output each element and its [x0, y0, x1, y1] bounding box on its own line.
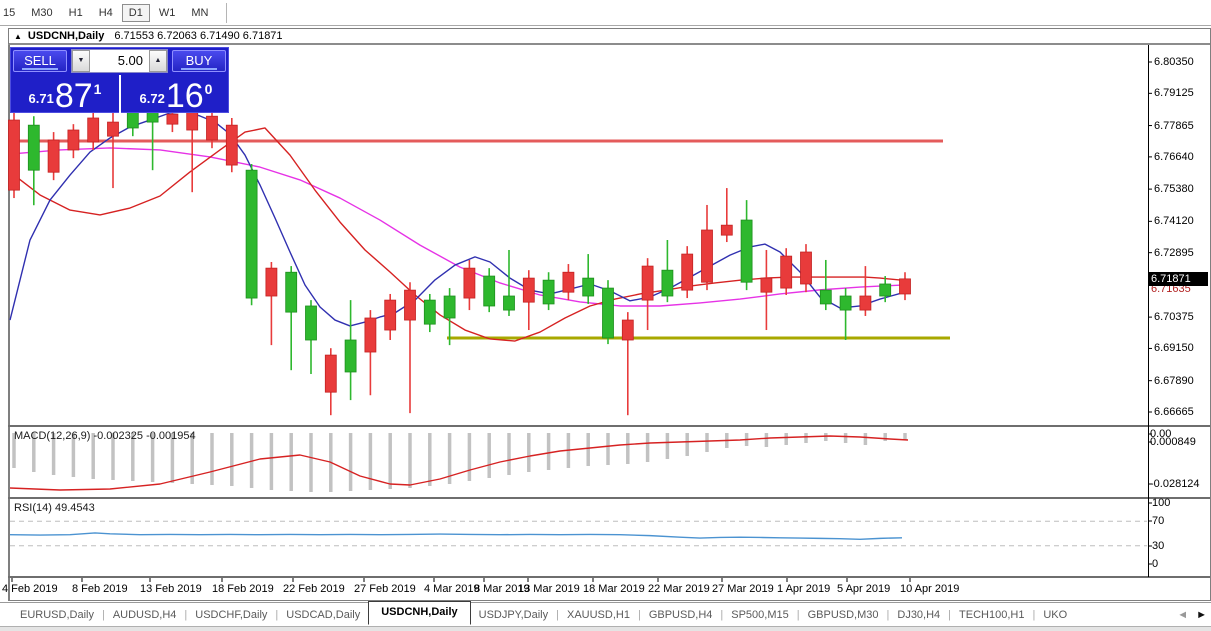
macd-axis-label: 0.000849: [1150, 436, 1196, 448]
timeframe-button-d1[interactable]: D1: [121, 3, 150, 22]
price-axis-label: 6.79125: [1154, 87, 1194, 100]
date-axis-label: 27 Feb 2019: [354, 583, 416, 595]
tab-usdchf-daily[interactable]: USDCHF,Daily: [187, 605, 275, 625]
timeframe-button-h4[interactable]: H4: [92, 4, 120, 22]
timeframe-button-15[interactable]: 15: [0, 4, 22, 22]
volume-stepper: ▼ 5.00 ▲: [71, 49, 168, 73]
timeframe-button-mn[interactable]: MN: [184, 4, 215, 22]
timeframe-button-m30[interactable]: M30: [24, 4, 59, 22]
buy-price-prefix: 6.72: [139, 91, 165, 106]
collapse-triangle-icon[interactable]: ▲: [14, 32, 22, 41]
rsi-indicator-label: RSI(14) 49.4543: [14, 502, 95, 514]
date-axis-label: 5 Apr 2019: [837, 583, 891, 595]
date-axis-label: 10 Apr 2019: [900, 583, 960, 595]
date-axis-label: 22 Feb 2019: [283, 583, 345, 595]
tab-audusd-h4[interactable]: AUDUSD,H4: [105, 605, 185, 625]
price-axis-label: 6.80350: [1154, 56, 1194, 68]
date-axis-label: 8 Feb 2019: [72, 583, 128, 595]
tab-scroll-right-icon[interactable]: ►: [1196, 609, 1207, 621]
timeframe-button-w1[interactable]: W1: [152, 4, 183, 22]
timeframe-button-h1[interactable]: H1: [62, 4, 90, 22]
tab-gbpusd-h4[interactable]: GBPUSD,H4: [641, 605, 721, 625]
sell-price-pip: 1: [93, 81, 102, 97]
tab-usdcad-daily[interactable]: USDCAD,Daily: [278, 605, 368, 625]
current-price-box: 6.71871: [1148, 271, 1208, 286]
quote-divider: [119, 75, 121, 113]
tab-sp500-m15[interactable]: SP500,M15: [723, 605, 796, 625]
macd-indicator-label: MACD(12,26,9) -0.002325 -0.001954: [14, 430, 196, 442]
chart-ohlc-values: 6.71553 6.72063 6.71490 6.71871: [114, 30, 283, 42]
toolbar-separator: [226, 2, 228, 23]
chart-title-bar: ▲ USDCNH,Daily 6.71553 6.72063 6.71490 6…: [9, 29, 1210, 44]
date-axis-label: 13 Feb 2019: [140, 583, 202, 595]
buy-price-big: 16: [165, 77, 204, 115]
timeframe-toolbar: 15 M30 H1 H4 D1 W1 MN: [0, 0, 1211, 26]
rsi-axis-label: 30: [1152, 540, 1165, 552]
tab-eurusd-daily[interactable]: EURUSD,Daily: [12, 605, 102, 625]
buy-quote[interactable]: 6.72 16 0: [122, 74, 230, 114]
date-axis-label: 13 Mar 2019: [518, 583, 580, 595]
date-axis-label: 1 Apr 2019: [777, 583, 831, 595]
price-axis-label: 6.70375: [1154, 311, 1194, 324]
rsi-axis-label: 100: [1152, 497, 1171, 509]
sell-button[interactable]: SELL: [13, 50, 67, 72]
price-axis-label: 6.66665: [1154, 406, 1194, 418]
date-axis-label: 4 Mar 2019: [424, 583, 480, 595]
trading-app: 15 M30 H1 H4 D1 W1 MN ▲ USDCNH,Daily 6.71553 6…: [0, 0, 1211, 631]
price-axis-label: 6.67890: [1154, 374, 1194, 387]
sell-price-prefix: 6.71: [28, 91, 54, 106]
tab-tech100-h1[interactable]: TECH100,H1: [951, 605, 1032, 625]
tab-usdjpy-daily[interactable]: USDJPY,Daily: [471, 605, 557, 625]
date-axis-label: 18 Feb 2019: [212, 583, 274, 595]
buy-button[interactable]: BUY: [172, 50, 226, 72]
macd-axis-label: -0.028124: [1150, 478, 1200, 490]
tab-gbpusd-m30[interactable]: GBPUSD,M30: [800, 605, 887, 625]
price-axis-label: 6.69150: [1154, 342, 1194, 355]
status-bar: [0, 626, 1211, 631]
symbol-tab-bar: EURUSD,Daily | AUDUSD,H4 | USDCHF,Daily | USDC…: [0, 601, 1211, 626]
tab-scroll-arrows: ◄ ►: [1177, 609, 1207, 621]
price-axis-label: 6.72895: [1154, 246, 1194, 259]
volume-increase-button[interactable]: ▲: [149, 50, 167, 72]
date-axis-label: 27 Mar 2019: [712, 583, 774, 595]
volume-decrease-button[interactable]: ▼: [72, 50, 90, 72]
chart-symbol-title: USDCNH,Daily: [27, 30, 105, 42]
sell-price-big: 87: [54, 77, 93, 115]
tab-dj30-h4[interactable]: DJ30,H4: [889, 605, 948, 625]
rsi-axis-label: 70: [1152, 515, 1165, 527]
rsi-axis-label: 0: [1152, 558, 1159, 570]
one-click-trade-panel: SELL ▼ 5.00 ▲ BUY 6.71 87 1 6.72 16 0: [10, 47, 229, 113]
price-axis-label: 6.77865: [1154, 119, 1194, 132]
price-axis-label: 6.75380: [1154, 183, 1194, 196]
buy-price-pip: 0: [204, 81, 213, 97]
tab-xauusd-h1[interactable]: XAUUSD,H1: [559, 605, 638, 625]
tab-scroll-left-icon[interactable]: ◄: [1177, 609, 1188, 621]
volume-input[interactable]: 5.00: [90, 50, 149, 72]
tab-usdcnh-daily[interactable]: USDCNH,Daily: [368, 601, 471, 625]
price-axis-label: 6.74120: [1154, 215, 1194, 228]
price-axis-label: 6.76640: [1154, 150, 1194, 163]
date-axis-label: 4 Feb 2019: [2, 583, 58, 595]
date-axis-label: 22 Mar 2019: [648, 583, 710, 595]
tab-uko[interactable]: UKO: [1035, 605, 1075, 625]
date-axis-label: 18 Mar 2019: [583, 583, 645, 595]
sell-quote[interactable]: 6.71 87 1: [11, 74, 119, 114]
